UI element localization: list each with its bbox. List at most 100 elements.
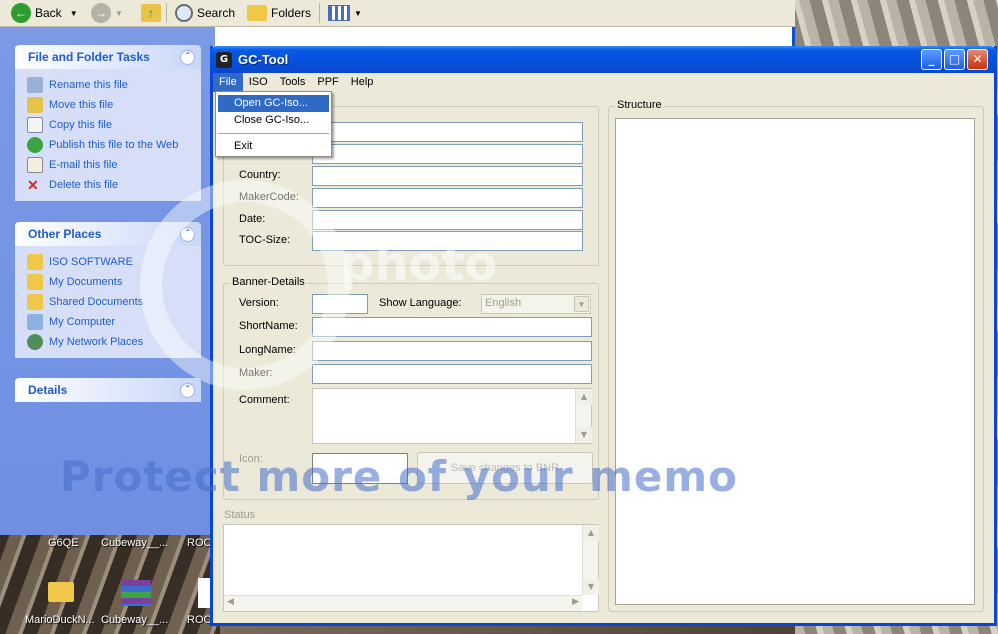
scroll-right-icon[interactable]: ▶ xyxy=(572,597,579,607)
menu-file[interactable]: File xyxy=(213,73,243,92)
globe-icon xyxy=(27,137,43,153)
scroll-up-icon[interactable]: ▲ xyxy=(576,389,592,405)
language-value: English xyxy=(485,297,522,309)
comment-textarea[interactable]: ▲ ▼ xyxy=(312,388,592,444)
panel-body: Rename this file Move this file Copy thi… xyxy=(15,69,201,201)
rename-file-link[interactable]: Rename this file xyxy=(27,75,201,95)
details-header[interactable]: Details ˇ xyxy=(15,378,201,402)
toolbar-separator xyxy=(319,3,320,23)
scroll-down-icon[interactable]: ▼ xyxy=(576,427,592,443)
desktop-icon-label[interactable]: MarioDuckN... xyxy=(25,614,95,626)
chevron-down-icon: ▼ xyxy=(115,8,123,18)
back-arrow-icon: ← xyxy=(11,3,31,23)
panel-title: Other Places xyxy=(28,227,102,241)
copy-file-link[interactable]: Copy this file xyxy=(27,115,201,135)
comment-scrollbar[interactable]: ▲ ▼ xyxy=(575,389,592,443)
status-label: Status xyxy=(224,509,256,521)
folders-button[interactable]: Folders xyxy=(244,2,314,24)
views-icon xyxy=(328,5,350,21)
link-label: Copy this file xyxy=(49,119,112,131)
status-vscroll[interactable]: ▲ ▼ xyxy=(582,525,599,595)
menubar: File ISO Tools PPF Help xyxy=(213,73,994,92)
makercode-field[interactable] xyxy=(312,188,583,208)
menu-help[interactable]: Help xyxy=(345,73,380,92)
window-title: GC-Tool xyxy=(238,52,289,67)
gctool-titlebar[interactable]: G GC-Tool _ □ ✕ xyxy=(210,46,997,73)
forward-button[interactable]: → ▼ xyxy=(88,2,126,24)
chevron-down-icon[interactable]: ▼ xyxy=(574,296,589,312)
folder-icon xyxy=(27,254,43,270)
delete-file-link[interactable]: ✕ Delete this file xyxy=(27,175,201,195)
search-icon xyxy=(175,4,193,22)
folders-label: Folders xyxy=(271,6,312,20)
shortname-field[interactable] xyxy=(312,317,592,337)
structure-legend: Structure xyxy=(615,99,664,111)
views-button[interactable]: ▼ xyxy=(325,2,365,24)
chevron-down-icon: ▼ xyxy=(354,8,362,18)
menu-open-gc-iso[interactable]: Open GC-Iso... xyxy=(218,95,329,112)
desktop-icon-label[interactable]: ROC xyxy=(187,614,211,626)
rename-icon xyxy=(27,77,43,93)
menu-close-gc-iso[interactable]: Close GC-Iso... xyxy=(218,112,329,129)
maximize-button[interactable]: □ xyxy=(944,49,965,70)
email-icon xyxy=(27,157,43,173)
details-panel: Details ˇ xyxy=(15,378,201,402)
status-log[interactable]: ▲ ▼ ◀ ▶ xyxy=(223,524,599,612)
close-button[interactable]: ✕ xyxy=(967,49,988,70)
watermark-text: Protect more of your memo xyxy=(60,452,739,501)
minimize-button[interactable]: _ xyxy=(921,49,942,70)
desktop-icon-label[interactable]: G6QE xyxy=(48,537,79,549)
link-label: Publish this file to the Web xyxy=(49,139,179,151)
link-label: My Documents xyxy=(49,276,123,288)
publish-web-link[interactable]: Publish this file to the Web xyxy=(27,135,201,155)
structure-tree[interactable] xyxy=(615,118,975,605)
delete-x-icon: ✕ xyxy=(27,177,39,193)
forward-arrow-icon: → xyxy=(91,3,111,23)
panel-title: Details xyxy=(28,383,68,397)
back-button[interactable]: ← Back ▼ xyxy=(8,2,81,24)
network-globe-icon xyxy=(27,334,43,350)
status-hscroll[interactable]: ◀ ▶ xyxy=(224,595,582,611)
desktop-icon-label[interactable]: Cubeway__... xyxy=(101,614,168,626)
language-select[interactable]: English ▼ xyxy=(481,294,591,314)
scroll-down-icon[interactable]: ▼ xyxy=(583,579,599,595)
scroll-left-icon[interactable]: ◀ xyxy=(227,597,234,607)
chevron-down-icon[interactable]: ˇ xyxy=(180,382,195,398)
menu-exit[interactable]: Exit xyxy=(218,138,329,155)
up-folder-button[interactable]: ↑ xyxy=(138,2,164,24)
copy-icon xyxy=(27,117,43,133)
email-file-link[interactable]: E-mail this file xyxy=(27,155,201,175)
menu-tools[interactable]: Tools xyxy=(274,73,312,92)
link-label: Rename this file xyxy=(49,79,128,91)
desktop-icon-label[interactable]: Cubeway__... xyxy=(101,537,168,549)
toolbar-separator xyxy=(166,3,167,23)
game-name-field[interactable] xyxy=(312,122,583,142)
move-icon xyxy=(27,97,43,113)
show-language-label: Show Language: xyxy=(379,297,462,309)
chevron-down-icon: ▼ xyxy=(69,8,78,18)
country-field[interactable] xyxy=(312,166,583,186)
link-label: My Computer xyxy=(49,316,116,328)
file-dropdown-menu: Open GC-Iso... Close GC-Iso... Exit xyxy=(215,91,332,157)
menu-separator xyxy=(218,133,329,134)
search-button[interactable]: Search xyxy=(172,2,238,24)
menu-iso[interactable]: ISO xyxy=(243,73,274,92)
maker-field[interactable] xyxy=(312,364,592,384)
folder-icon[interactable] xyxy=(48,582,74,602)
link-label: ISO SOFTWARE xyxy=(49,256,133,268)
longname-field[interactable] xyxy=(312,341,592,361)
game-id-field[interactable] xyxy=(312,144,583,164)
date-field[interactable] xyxy=(312,210,583,230)
shared-folder-icon xyxy=(27,294,43,310)
link-label: E-mail this file xyxy=(49,159,118,171)
scroll-up-icon[interactable]: ▲ xyxy=(583,525,599,541)
folder-icon xyxy=(247,5,267,21)
menu-ppf[interactable]: PPF xyxy=(311,73,344,92)
move-file-link[interactable]: Move this file xyxy=(27,95,201,115)
winrar-icon[interactable] xyxy=(121,580,151,606)
desktop-icon-label[interactable]: ROC xyxy=(187,537,211,549)
chevron-up-icon[interactable]: ˆ xyxy=(180,49,195,65)
computer-icon xyxy=(27,314,43,330)
file-folder-tasks-header[interactable]: File and Folder Tasks ˆ xyxy=(15,45,201,69)
structure-group: Structure xyxy=(608,99,984,612)
